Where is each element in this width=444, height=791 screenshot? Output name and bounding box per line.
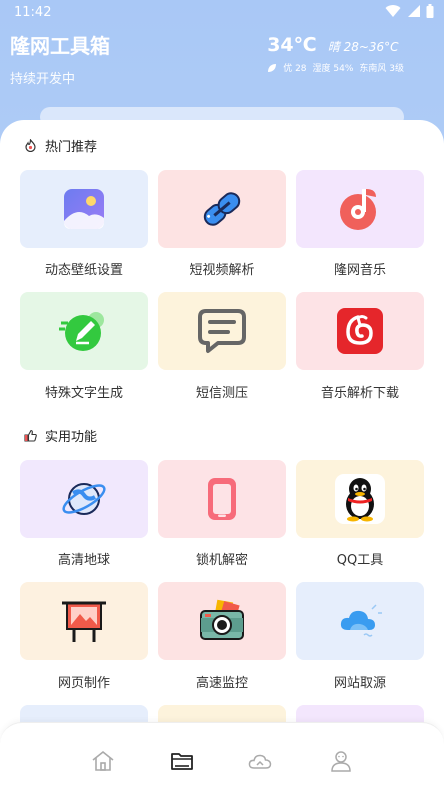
tool-tile[interactable] xyxy=(158,460,286,538)
tool-tile[interactable] xyxy=(296,170,424,248)
tool-tile[interactable] xyxy=(158,582,286,660)
tool-label: 隆网音乐 xyxy=(333,263,386,278)
battery-icon xyxy=(426,4,434,18)
status-bar: 11:42 xyxy=(0,0,444,26)
camera-icon xyxy=(200,599,244,640)
status-time: 11:42 xyxy=(14,5,52,20)
tool-label: 网站取源 xyxy=(333,676,386,691)
tool-label: 动态壁纸设置 xyxy=(44,263,123,278)
status-icons xyxy=(385,4,434,18)
profile-icon[interactable] xyxy=(329,749,353,773)
signal-icon xyxy=(408,5,420,17)
weather-aqi: 优 28 xyxy=(283,64,307,74)
tool-tile[interactable] xyxy=(20,170,148,248)
tool-tile[interactable] xyxy=(20,460,148,538)
bottom-nav xyxy=(0,722,444,791)
leaf-icon xyxy=(268,63,277,72)
section-utility-title: 实用功能 xyxy=(45,430,98,445)
section-hot: 热门推荐 xyxy=(24,136,97,155)
tool-label: 短视频解析 xyxy=(189,263,255,278)
tool-tile[interactable] xyxy=(158,292,286,370)
weather-range: 晴 28~36°C xyxy=(327,40,399,54)
app-title: 隆网工具箱 xyxy=(10,34,110,58)
main-panel: 热门推荐 动态壁纸设置 短视频解析 隆网音乐 特殊文字生成 短信测压 音乐解析下… xyxy=(0,120,444,791)
tool-tile[interactable] xyxy=(296,292,424,370)
tool-label: 高清地球 xyxy=(57,553,110,568)
planet-icon xyxy=(62,483,106,515)
weather-temperature: 34℃ xyxy=(267,34,317,56)
cloud-nav-icon[interactable] xyxy=(248,749,272,773)
fire-icon xyxy=(25,139,36,152)
tool-label: QQ工具 xyxy=(336,553,384,568)
tool-tile[interactable] xyxy=(20,582,148,660)
cloud-icon xyxy=(340,604,382,637)
music-icon xyxy=(340,189,376,230)
folder-icon[interactable] xyxy=(170,749,194,773)
tool-label: 网页制作 xyxy=(57,676,110,691)
pencil-icon xyxy=(59,312,104,351)
tool-label: 音乐解析下载 xyxy=(320,386,399,401)
tool-label: 特殊文字生成 xyxy=(44,386,123,401)
tool-tile[interactable] xyxy=(296,582,424,660)
link-icon xyxy=(203,192,241,226)
netease-music-icon xyxy=(337,308,383,354)
tool-label: 短信测压 xyxy=(195,386,248,401)
home-icon[interactable] xyxy=(91,749,115,773)
weather-humidity: 湿度 54% xyxy=(312,64,354,74)
wifi-icon xyxy=(385,5,401,18)
phone-icon xyxy=(208,478,236,520)
tool-label: 高速监控 xyxy=(195,676,248,691)
qq-penguin-icon xyxy=(335,474,385,524)
weather-widget[interactable]: 34℃ 晴 28~36°C 优 28 湿度 54% 东南风 3级 xyxy=(267,34,404,74)
tool-tile[interactable] xyxy=(158,170,286,248)
tool-tile[interactable] xyxy=(20,292,148,370)
tool-tile[interactable] xyxy=(296,460,424,538)
section-hot-title: 热门推荐 xyxy=(45,140,98,155)
weather-wind: 东南风 3级 xyxy=(359,64,404,74)
image-icon xyxy=(64,189,104,229)
message-icon xyxy=(198,309,246,353)
thumbs-up-icon xyxy=(24,429,37,442)
app-header: 隆网工具箱 持续开发中 xyxy=(10,30,110,87)
tool-label: 锁机解密 xyxy=(195,553,248,568)
billboard-icon xyxy=(62,601,106,642)
app-subtitle: 持续开发中 xyxy=(10,72,76,87)
section-utility: 实用功能 xyxy=(24,426,97,445)
